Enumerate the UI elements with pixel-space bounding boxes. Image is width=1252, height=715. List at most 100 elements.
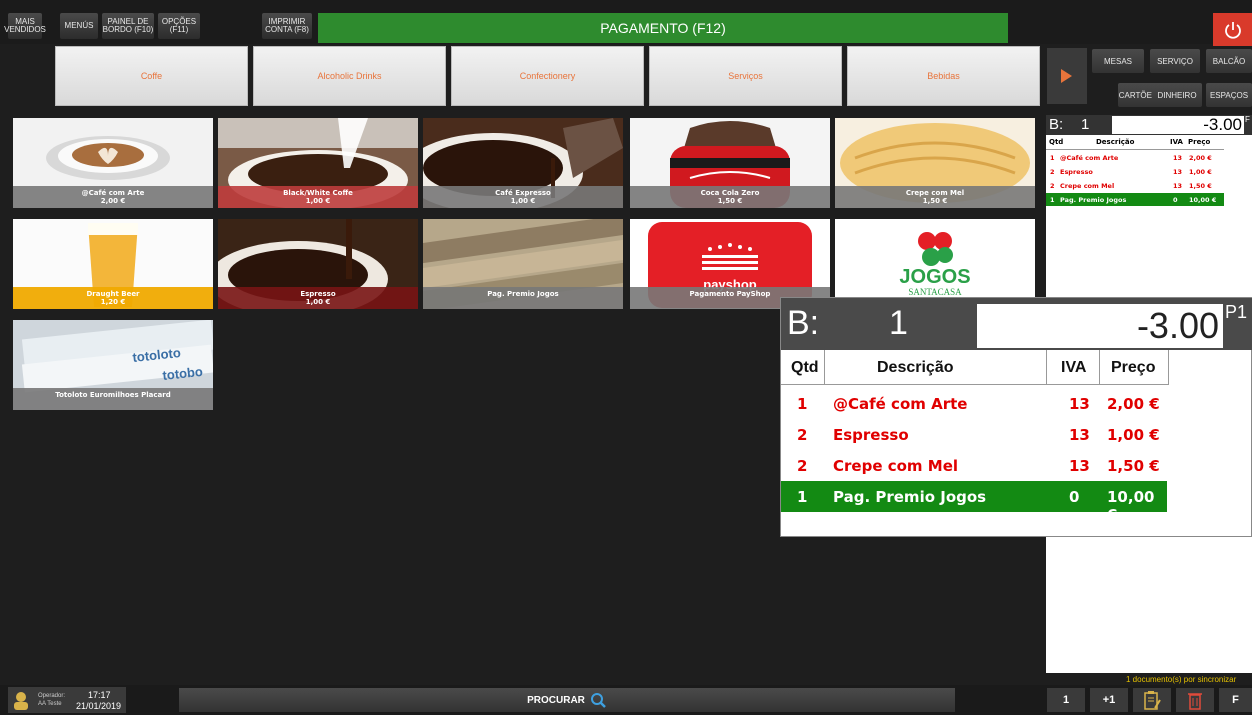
product-tile[interactable]: Café Expresso 1,00 €	[423, 118, 623, 208]
zoom-receipt-line[interactable]: 2 Crepe com Mel 13 1,50 €	[781, 450, 1169, 481]
dashboard-button[interactable]: PAINEL DE BORDO (F10)	[102, 13, 154, 39]
search-label: PROCURAR	[527, 694, 585, 706]
product-tile[interactable]: Black/White Coffe 1,00 €	[218, 118, 418, 208]
category-coffe[interactable]: Coffe	[55, 46, 248, 106]
trash-icon	[1188, 693, 1202, 710]
category-bebidas[interactable]: Bebidas	[847, 46, 1040, 106]
category-servicos[interactable]: Serviços	[649, 46, 842, 106]
zoom-line-qtd: 1	[797, 488, 808, 506]
product-caption: Espresso 1,00 €	[218, 287, 418, 309]
zoom-line-desc: @Café com Arte	[833, 395, 968, 413]
zoom-receipt-line[interactable]: 2 Espresso 13 1,00 €	[781, 419, 1169, 450]
power-button[interactable]	[1213, 13, 1252, 46]
line-desc: @Café com Arte	[1060, 154, 1119, 162]
qty-one-button[interactable]: 1	[1047, 688, 1085, 712]
search-button[interactable]: PROCURAR	[179, 688, 955, 712]
product-tile[interactable]: JOGOS SANTACASA	[835, 219, 1035, 309]
zoom-number: 1	[889, 304, 908, 342]
product-name: Totoloto Euromilhoes Placard	[55, 391, 171, 399]
product-tile[interactable]: Pag. Premio Jogos	[423, 219, 623, 309]
product-tile[interactable]: payshop Pagamento PayShop	[630, 219, 830, 309]
line-iva: 0	[1173, 196, 1178, 204]
product-tile[interactable]: Espresso 1,00 €	[218, 219, 418, 309]
receipt-line[interactable]: 2 Crepe com Mel 13 1,50 €	[1046, 179, 1224, 192]
product-caption: Totoloto Euromilhoes Placard	[13, 388, 213, 410]
header-desc: Descrição	[1096, 138, 1135, 146]
category-confectionery[interactable]: Confectionery	[451, 46, 644, 106]
line-qtd: 2	[1050, 182, 1055, 190]
product-price: 1,00 €	[305, 197, 331, 205]
product-name: Café Expresso	[495, 189, 551, 197]
print-bill-button[interactable]: IMPRIMIR CONTA (F8)	[262, 13, 312, 39]
zoom-line-iva: 13	[1069, 457, 1090, 475]
product-tile[interactable]: Coca Cola Zero 1,50 €	[630, 118, 830, 208]
line-iva: 13	[1173, 182, 1183, 190]
dinheiro-button[interactable]: DINHEIRO	[1152, 83, 1202, 107]
most-sold-button[interactable]: MAIS VENDIDOS	[4, 13, 46, 39]
f-button[interactable]: F	[1219, 688, 1252, 712]
product-caption: Black/White Coffe 1,00 €	[218, 186, 418, 208]
line-desc: Espresso	[1060, 168, 1093, 176]
category-alcoholic-drinks[interactable]: Alcoholic Drinks	[253, 46, 446, 106]
options-button[interactable]: OPÇÕES (F11)	[158, 13, 200, 39]
operator-name: AA Teste	[38, 701, 62, 707]
play-arrow-icon	[1061, 69, 1072, 83]
product-price: 1,20 €	[100, 298, 126, 306]
product-tile[interactable]: Draught Beer 1,20 €	[13, 219, 213, 309]
line-qtd: 1	[1050, 154, 1055, 162]
operator-label: Operador:	[38, 693, 66, 699]
product-caption: Draught Beer 1,20 €	[13, 287, 213, 309]
jogos-logo-text: JOGOS	[899, 266, 970, 288]
receipt-zoom-overlay: B: 1 -3.00 P1 Qtd Descrição IVA Preço 1 @…	[780, 297, 1252, 537]
zoom-receipt-line[interactable]: 1 @Café com Arte 13 2,00 €	[781, 388, 1169, 419]
zoom-line-preco: 10,00 €	[1107, 488, 1155, 524]
line-iva: 13	[1173, 168, 1183, 176]
plus-one-button[interactable]: +1	[1090, 688, 1128, 712]
servico-button[interactable]: SERVIÇO	[1150, 49, 1200, 73]
espacos-button[interactable]: ESPAÇOS	[1206, 83, 1252, 107]
clock-time: 17:17	[88, 690, 111, 700]
product-caption: Coca Cola Zero 1,50 €	[630, 186, 830, 208]
zoom-label: B:	[787, 304, 820, 342]
mesas-button[interactable]: MESAS	[1092, 49, 1144, 73]
product-caption: Pag. Premio Jogos	[423, 287, 623, 309]
receipt-line[interactable]: 2 Espresso 13 1,00 €	[1046, 165, 1224, 178]
zoom-line-preco: 2,00 €	[1107, 395, 1160, 413]
next-arrow-button[interactable]	[1047, 48, 1087, 104]
line-preco: 1,00 €	[1189, 168, 1212, 176]
product-caption: @Café com Arte 2,00 €	[13, 186, 213, 208]
zoom-line-iva: 0	[1069, 488, 1080, 506]
product-tile[interactable]: Crepe com Mel 1,50 €	[835, 118, 1035, 208]
product-name: Coca Cola Zero	[700, 189, 760, 197]
zoom-column-headers: Qtd Descrição IVA Preço	[781, 350, 1169, 384]
receipt-line[interactable]: 1 Pag. Premio Jogos 0 10,00 €	[1046, 193, 1224, 206]
product-caption: Café Expresso 1,00 €	[423, 186, 623, 208]
zoom-line-iva: 13	[1069, 426, 1090, 444]
product-price: 1,00 €	[305, 298, 331, 306]
payment-button[interactable]: PAGAMENTO (F12)	[318, 13, 1008, 43]
zoom-receipt-line[interactable]: 1 Pag. Premio Jogos 0 10,00 €	[781, 481, 1167, 524]
zoom-line-qtd: 2	[797, 426, 808, 444]
receipt-total: -3.00	[1112, 116, 1244, 134]
product-tile[interactable]: totoloto totobo Totoloto Euromilhoes Pla…	[13, 320, 213, 410]
receipt-number: 1	[1081, 116, 1090, 133]
receipt-line[interactable]: 1 @Café com Arte 13 2,00 €	[1046, 151, 1224, 164]
zoom-suffix: P1	[1225, 302, 1248, 322]
receipt-suffix: F	[1245, 115, 1250, 124]
product-name: Draught Beer	[86, 290, 140, 298]
zoom-header-desc: Descrição	[877, 359, 954, 376]
line-preco: 10,00 €	[1189, 196, 1217, 204]
product-tile[interactable]: @Café com Arte 2,00 €	[13, 118, 213, 208]
line-qtd: 1	[1050, 196, 1055, 204]
delete-button[interactable]	[1176, 688, 1214, 712]
edit-note-button[interactable]	[1133, 688, 1171, 712]
balcao-button[interactable]: BALCÃO	[1206, 49, 1252, 73]
product-name: Crepe com Mel	[905, 189, 965, 197]
menus-button[interactable]: MENÚS	[60, 13, 98, 39]
zoom-line-preco: 1,00 €	[1107, 426, 1160, 444]
operator-panel[interactable]: Operador: AA Teste 17:17 21/01/2019	[8, 687, 126, 713]
header-preco: Preço	[1188, 138, 1211, 146]
zoom-header-iva: IVA	[1061, 359, 1087, 376]
product-caption: Crepe com Mel 1,50 €	[835, 186, 1035, 208]
product-name: @Café com Arte	[81, 189, 145, 197]
